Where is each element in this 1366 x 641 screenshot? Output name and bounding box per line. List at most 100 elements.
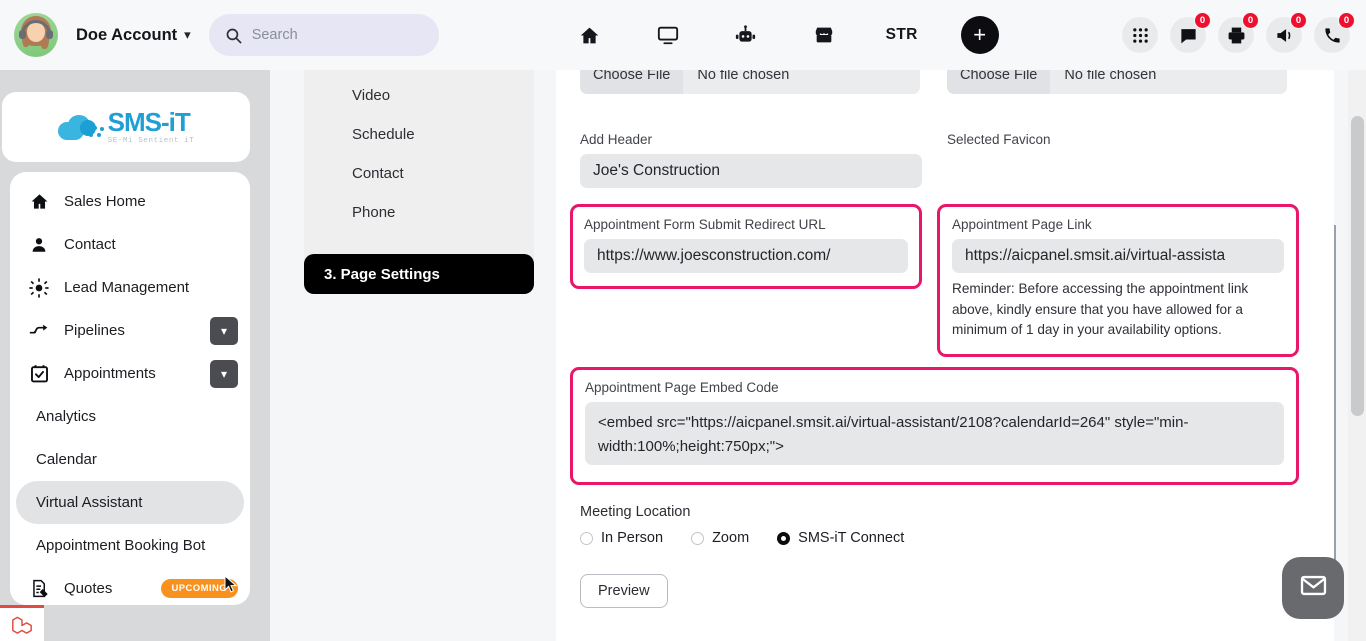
add-header-input[interactable] — [580, 154, 922, 188]
selected-favicon-label: Selected Favicon — [947, 132, 1051, 147]
sidebar-item-label: Virtual Assistant — [36, 494, 143, 511]
sidebar-item-label: Calendar — [36, 451, 97, 468]
mouse-cursor — [224, 574, 240, 602]
sidebar-item-contact[interactable]: Contact — [10, 223, 250, 266]
pipeline-icon — [28, 324, 50, 338]
radio-label: Zoom — [712, 530, 750, 546]
phone-icon[interactable]: 0 — [1314, 12, 1355, 53]
logo-tagline: SE-Mi Sentient iT — [107, 136, 195, 145]
chevron-down-icon: ▾ — [184, 27, 191, 42]
megaphone-icon[interactable]: 0 — [1266, 12, 1307, 53]
redirect-url-label: Appointment Form Submit Redirect URL — [584, 217, 826, 232]
sidebar-item-label: Contact — [64, 236, 116, 253]
printer-badge: 0 — [1242, 12, 1259, 29]
sidebar-item-analytics[interactable]: Analytics — [10, 395, 250, 438]
chat-badge: 0 — [1194, 12, 1211, 29]
sidebar-item-sales-home[interactable]: Sales Home — [10, 180, 250, 223]
sidebar-item-lead-management[interactable]: Lead Management — [10, 266, 250, 309]
chat-widget-button[interactable] — [1282, 557, 1344, 619]
redirect-url-input[interactable] — [584, 239, 908, 273]
sidebar-item-label: Appointment Booking Bot — [36, 537, 206, 554]
pipelines-expand-toggle[interactable]: ▾ — [210, 316, 238, 345]
home-icon — [28, 192, 50, 211]
sidebar-menu: Sales Home Contact Lead Management Pipel… — [10, 172, 250, 605]
radio-sms-it-connect[interactable]: SMS-iT Connect — [777, 530, 904, 546]
embed-code-label: Appointment Page Embed Code — [585, 380, 779, 395]
sidebar-item-quotes[interactable]: Quotes UPCOMING — [10, 567, 250, 605]
quote-doc-icon — [28, 579, 50, 598]
sidebar-item-pipelines[interactable]: Pipelines ▾ — [10, 309, 250, 352]
left-sidebar: SMS-iT SE-Mi Sentient iT Sales Home Cont… — [0, 70, 270, 641]
sidebar-item-appointments[interactable]: Appointments ▾ — [10, 352, 250, 395]
account-name: Doe Account — [76, 25, 178, 44]
right-icon-group: 0 0 0 0 — [1122, 12, 1355, 53]
add-header-field: Add Header — [580, 132, 922, 188]
sidebar-item-label: Analytics — [36, 408, 97, 425]
redirect-url-field-highlight: Appointment Form Submit Redirect URL — [570, 204, 922, 289]
sidebar-item-calendar[interactable]: Calendar — [10, 438, 250, 481]
radio-zoom[interactable]: Zoom — [691, 530, 749, 546]
radio-dot — [580, 531, 593, 545]
inner-frame-border — [1334, 225, 1336, 595]
primary-nav-icons: STR + — [551, 13, 999, 57]
home-icon[interactable] — [551, 13, 629, 57]
page-link-reminder: Reminder: Before accessing the appointme… — [952, 281, 1249, 338]
step-item-phone[interactable]: Phone — [304, 193, 534, 232]
embed-code-textarea[interactable] — [585, 402, 1284, 465]
embed-code-field-highlight: Appointment Page Embed Code — [570, 367, 1299, 485]
step-item-schedule[interactable]: Schedule — [304, 115, 534, 154]
step-item-contact[interactable]: Contact — [304, 154, 534, 193]
step-item-page-settings[interactable]: 3. Page Settings — [304, 254, 534, 294]
avatar[interactable] — [14, 13, 58, 57]
store-icon[interactable] — [785, 13, 863, 57]
calendar-check-icon — [28, 364, 50, 383]
sidebar-item-virtual-assistant[interactable]: Virtual Assistant — [16, 481, 244, 524]
meeting-location-group: Meeting Location In Person Zoom SMS-iT C… — [580, 504, 1080, 608]
page-scrollbar-track[interactable] — [1348, 52, 1366, 641]
sidebar-item-label: Pipelines — [64, 322, 125, 339]
selected-favicon-field: Selected Favicon — [947, 132, 1289, 154]
radio-in-person[interactable]: In Person — [580, 530, 663, 546]
logo-title: SMS-iT — [107, 106, 191, 137]
page-link-input[interactable] — [952, 239, 1284, 273]
radio-label: In Person — [601, 530, 664, 546]
search-input[interactable] — [251, 27, 423, 43]
apps-grid-icon[interactable] — [1122, 17, 1158, 53]
page-step-nav: Video Schedule Contact Phone 3. Page Set… — [304, 60, 534, 294]
radio-dot-selected — [777, 531, 791, 545]
top-navigation-bar: Doe Account ▾ Search STR + 0 0 0 0 — [0, 0, 1366, 70]
sidebar-item-label: Quotes — [64, 580, 113, 597]
radio-dot — [691, 531, 705, 545]
phone-badge: 0 — [1338, 12, 1355, 29]
app-logo: SMS-iT SE-Mi Sentient iT — [2, 92, 250, 162]
printer-icon[interactable]: 0 — [1218, 12, 1259, 53]
add-button[interactable]: + — [960, 16, 999, 54]
robot-icon[interactable] — [707, 13, 785, 57]
account-selector[interactable]: Doe Account ▾ — [76, 26, 191, 45]
lead-icon — [28, 277, 50, 298]
sidebar-item-label: Appointments — [64, 365, 156, 382]
search-box[interactable] — [208, 14, 439, 56]
megaphone-badge: 0 — [1290, 12, 1307, 29]
step-item-video[interactable]: Video — [304, 76, 534, 115]
str-label[interactable]: STR — [863, 13, 941, 57]
page-scrollbar-thumb[interactable] — [1351, 116, 1364, 416]
app-root: Doe Account ▾ Search STR + 0 0 0 0 SMS-i… — [0, 0, 1366, 641]
search-icon — [225, 27, 242, 44]
laravel-logo — [0, 605, 44, 641]
sidebar-item-label: Sales Home — [64, 193, 146, 210]
person-icon — [28, 236, 50, 254]
radio-label: SMS-iT Connect — [798, 530, 905, 546]
preview-button[interactable]: Preview — [580, 574, 668, 608]
cloud-logo-icon — [57, 112, 104, 142]
add-header-label: Add Header — [580, 132, 653, 147]
page-link-label: Appointment Page Link — [952, 217, 1092, 232]
envelope-icon — [1299, 571, 1328, 605]
chat-icon[interactable]: 0 — [1170, 12, 1211, 53]
meeting-location-label: Meeting Location — [580, 504, 691, 520]
sidebar-item-appointment-booking-bot[interactable]: Appointment Booking Bot — [10, 524, 250, 567]
sidebar-item-label: Lead Management — [64, 279, 190, 296]
page-link-field-highlight: Appointment Page Link Reminder: Before a… — [937, 204, 1299, 357]
monitor-icon[interactable] — [629, 13, 707, 57]
appointments-expand-toggle[interactable]: ▾ — [210, 359, 238, 388]
